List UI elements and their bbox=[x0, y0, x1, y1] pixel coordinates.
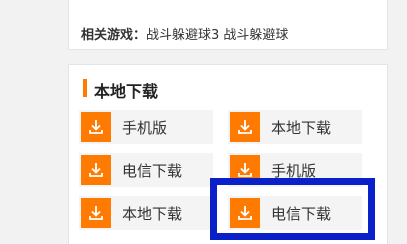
download-icon bbox=[81, 155, 111, 185]
download-button-label: 手机版 bbox=[122, 118, 168, 137]
related-games-links[interactable]: 战斗躲避球3 战斗躲避球 bbox=[146, 28, 288, 43]
download-button-local[interactable]: 本地下载 bbox=[79, 196, 213, 230]
download-button-telecom[interactable]: 电信下载 bbox=[79, 153, 213, 187]
download-icon bbox=[230, 112, 260, 142]
related-games-line: 相关游戏：战斗躲避球3 战斗躲避球 bbox=[81, 24, 288, 43]
page: 相关游戏：战斗躲避球3 战斗躲避球 本地下载 手机版 本地下载 电信下载 手机版 bbox=[0, 0, 407, 244]
related-games-label: 相关游戏： bbox=[81, 28, 147, 43]
download-button-mobile[interactable]: 手机版 bbox=[79, 110, 213, 144]
download-icon bbox=[81, 198, 111, 228]
download-button-label: 本地下载 bbox=[271, 118, 332, 137]
section-title: 本地下载 bbox=[94, 82, 159, 101]
download-button-label: 电信下载 bbox=[122, 161, 183, 180]
related-games-card: 相关游戏：战斗躲避球3 战斗躲避球 bbox=[68, 0, 388, 50]
highlight-box bbox=[210, 178, 375, 240]
download-button-label: 本地下载 bbox=[122, 204, 183, 223]
section-accent-bar bbox=[83, 79, 87, 97]
download-button-local[interactable]: 本地下载 bbox=[228, 110, 362, 144]
download-icon bbox=[81, 112, 111, 142]
